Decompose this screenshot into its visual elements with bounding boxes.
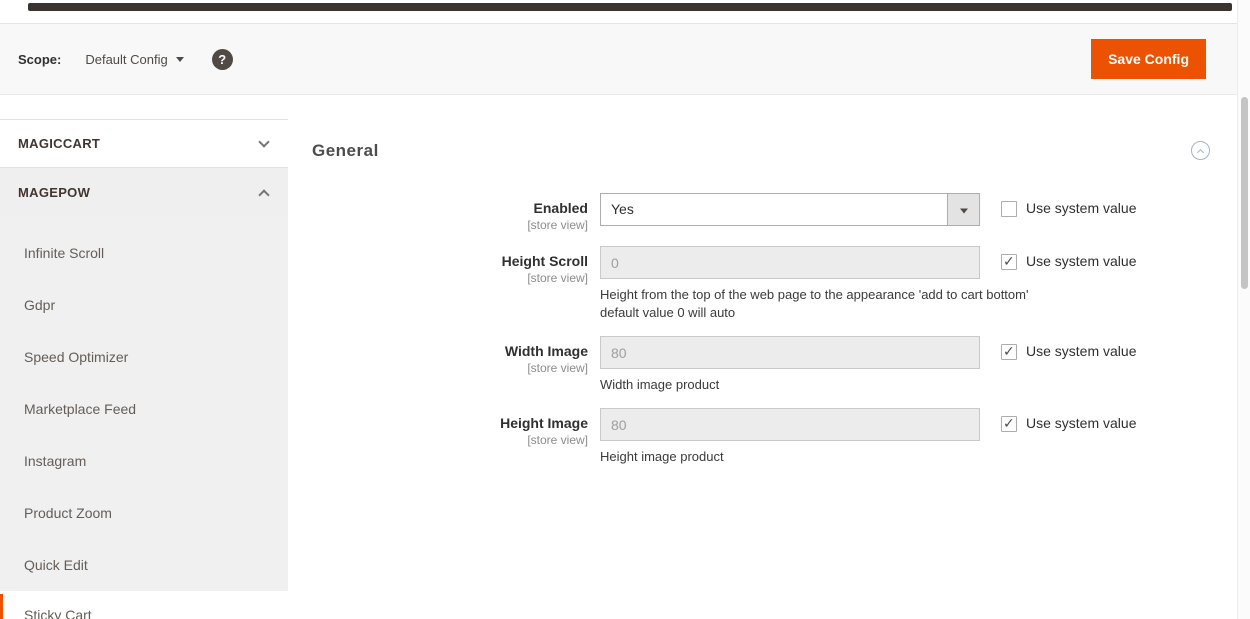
- config-section: General Enabled [store view] Yes: [312, 130, 1210, 480]
- chevron-down-icon: [176, 57, 184, 62]
- field-label: Height Scroll: [312, 253, 588, 269]
- field-scope: [store view]: [312, 361, 588, 375]
- nav-group-label: MAGEPOW: [18, 185, 90, 200]
- use-system-value-checkbox[interactable]: [1001, 201, 1017, 217]
- chevron-up-icon: [258, 189, 269, 200]
- field-label-block: Enabled [store view]: [312, 193, 600, 232]
- nav-group-magiccart[interactable]: MAGICCART: [0, 119, 288, 168]
- sidebar-item-instagram[interactable]: Instagram: [0, 435, 288, 487]
- use-system-value-block: Use system value: [1001, 193, 1136, 217]
- use-system-value-block: Use system value: [1001, 246, 1136, 270]
- field-note: Width image product: [600, 376, 1050, 394]
- field-input-block: Height image product: [600, 408, 980, 466]
- chevron-down-icon: [258, 136, 269, 147]
- field-input-block: Yes: [600, 193, 980, 226]
- sidebar-item-infinite-scroll[interactable]: Infinite Scroll: [0, 227, 288, 279]
- enabled-select-value: Yes: [601, 194, 979, 225]
- sidebar-item-product-zoom[interactable]: Product Zoom: [0, 487, 288, 539]
- use-system-value-checkbox[interactable]: [1001, 416, 1017, 432]
- field-label-block: Height Image [store view]: [312, 408, 600, 447]
- field-note: Height image product: [600, 448, 1050, 466]
- magento-config-page: Scope: Default Config ? Save Config MAGI…: [0, 0, 1250, 619]
- form-row-height-image: Height Image [store view] Height image p…: [312, 408, 1210, 466]
- form-row-enabled: Enabled [store view] Yes Use system valu…: [312, 193, 1210, 232]
- field-label: Width Image: [312, 343, 588, 359]
- use-system-value-label: Use system value: [1026, 253, 1136, 269]
- field-label-block: Height Scroll [store view]: [312, 246, 600, 285]
- width-image-input: [600, 336, 980, 369]
- help-icon[interactable]: ?: [212, 49, 233, 70]
- field-input-block: Width image product: [600, 336, 980, 394]
- section-title: General: [312, 141, 379, 161]
- height-scroll-input: [600, 246, 980, 279]
- field-label: Height Image: [312, 415, 588, 431]
- field-label-block: Width Image [store view]: [312, 336, 600, 375]
- sidebar-item-gdpr[interactable]: Gdpr: [0, 279, 288, 331]
- use-system-value-label: Use system value: [1026, 415, 1136, 431]
- help-icon-glyph: ?: [218, 52, 226, 67]
- scope-value: Default Config: [85, 52, 167, 67]
- config-nav-sidebar: MAGICCART MAGEPOW Infinite Scroll Gdpr S…: [0, 119, 288, 619]
- field-note: Height from the top of the web page to t…: [600, 286, 1050, 322]
- use-system-value-label: Use system value: [1026, 200, 1136, 216]
- collapse-section-icon[interactable]: [1191, 141, 1210, 160]
- config-form: Enabled [store view] Yes Use system valu…: [312, 193, 1210, 466]
- nav-group-label: MAGICCART: [18, 136, 100, 151]
- field-input-block: Height from the top of the web page to t…: [600, 246, 980, 322]
- scrollbar-thumb[interactable]: [1241, 97, 1248, 289]
- use-system-value-block: Use system value: [1001, 408, 1136, 432]
- sidebar-item-speed-optimizer[interactable]: Speed Optimizer: [0, 331, 288, 383]
- nav-group-magepow[interactable]: MAGEPOW: [0, 168, 288, 217]
- chevron-up-icon: [1197, 149, 1204, 156]
- height-image-input: [600, 408, 980, 441]
- field-label: Enabled: [312, 200, 588, 216]
- sidebar-item-quick-edit[interactable]: Quick Edit: [0, 539, 288, 591]
- sidebar-item-marketplace-feed[interactable]: Marketplace Feed: [0, 383, 288, 435]
- use-system-value-checkbox[interactable]: [1001, 254, 1017, 270]
- field-scope: [store view]: [312, 433, 588, 447]
- enabled-select[interactable]: Yes: [600, 193, 980, 226]
- field-scope: [store view]: [312, 218, 588, 232]
- use-system-value-label: Use system value: [1026, 343, 1136, 359]
- chevron-down-icon: [947, 194, 979, 225]
- scope-label: Scope:: [18, 52, 61, 67]
- scrollbar-track[interactable]: [1237, 0, 1250, 619]
- scope-toolbar: Scope: Default Config ? Save Config: [0, 23, 1237, 95]
- form-row-width-image: Width Image [store view] Width image pro…: [312, 336, 1210, 394]
- save-config-button[interactable]: Save Config: [1091, 39, 1206, 79]
- use-system-value-block: Use system value: [1001, 336, 1136, 360]
- nav-item-list: Infinite Scroll Gdpr Speed Optimizer Mar…: [0, 217, 288, 591]
- scope-switcher[interactable]: Default Config: [85, 52, 183, 67]
- form-row-height-scroll: Height Scroll [store view] Height from t…: [312, 246, 1210, 322]
- sidebar-item-sticky-cart[interactable]: Sticky Cart: [0, 594, 288, 619]
- admin-menubar-edge: [28, 3, 1232, 11]
- field-scope: [store view]: [312, 271, 588, 285]
- section-header: General: [312, 137, 1210, 164]
- use-system-value-checkbox[interactable]: [1001, 344, 1017, 360]
